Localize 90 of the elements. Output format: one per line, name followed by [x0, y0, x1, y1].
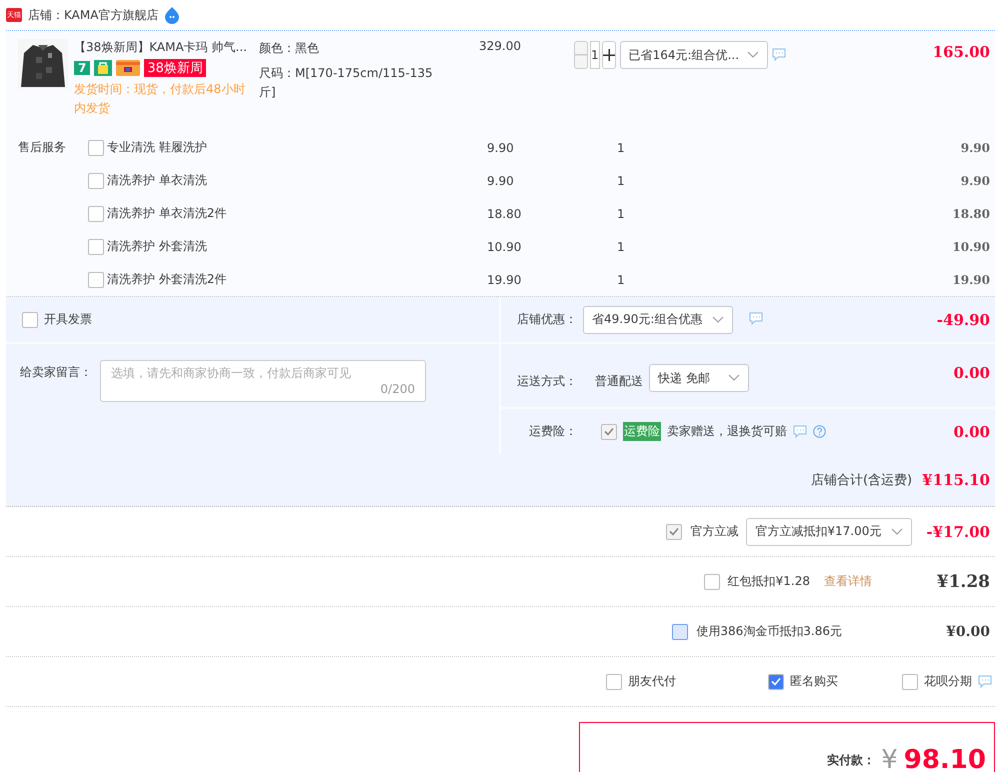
character-counter: 0/200 [380, 382, 415, 396]
chat-icon[interactable] [978, 675, 992, 688]
plus-icon [602, 49, 615, 61]
quantity-field[interactable]: 1 [590, 41, 600, 69]
promo-tag: 38焕新周 [144, 59, 206, 77]
invoice-label: 开具发票 [44, 311, 92, 328]
unit-price: 329.00 [478, 39, 522, 53]
product-title[interactable]: 【38焕新周】KAMA卡玛 帅气... [74, 39, 249, 56]
service-name: 清洗养护 单衣清洗 [107, 172, 208, 189]
service-total: 9.90 [960, 140, 990, 154]
service-name: 清洗养护 外套清洗 [107, 238, 208, 255]
coupon-label: 红包抵扣¥1.28 [728, 573, 810, 590]
insurance-text: 卖家赠送，退换货可赔 [667, 423, 787, 440]
store-total-label: 店铺合计(含运费) [810, 472, 912, 489]
coins-amount: ¥0.00 [945, 624, 990, 640]
checkbox[interactable] [606, 674, 622, 690]
minus-icon [575, 54, 587, 56]
message-label: 给卖家留言： [20, 364, 93, 381]
product-attribute: 尺码：M[170-175cm/115-135斤] [259, 65, 434, 101]
service-label: 售后服务 [18, 139, 67, 156]
shop-discount-label: 店铺优惠： [517, 311, 577, 328]
shop-discount-amount: -49.90 [936, 310, 990, 328]
service-name: 专业清洗 鞋履洗护 [107, 139, 208, 156]
caret-icon [747, 51, 760, 59]
checkbox[interactable] [88, 272, 104, 288]
coins-label: 使用386淘金币抵扣3.86元 [696, 623, 842, 640]
check-icon [669, 527, 680, 536]
product-attribute: 颜色：黑色 [259, 40, 320, 57]
insurance-amount: 0.00 [953, 422, 990, 440]
insurance-tag: 运费险 [623, 422, 661, 441]
service-quantity: 1 [617, 240, 625, 254]
service-quantity: 1 [617, 174, 625, 188]
service-price: 18.80 [487, 206, 522, 220]
card-icon [116, 60, 140, 76]
checkbox[interactable] [88, 140, 104, 156]
shipping-amount: 0.00 [953, 364, 990, 382]
shipping-select[interactable]: 快递 免邮 [649, 364, 749, 392]
shipping-method: 普通配送 [595, 373, 643, 390]
store-total-amount: ¥115.10 [922, 471, 990, 489]
caret-icon [728, 374, 740, 382]
seven-day-badge: 7 [74, 61, 90, 75]
service-quantity: 1 [617, 206, 625, 220]
checkbox[interactable] [902, 674, 918, 690]
service-price: 19.90 [487, 272, 522, 286]
discount-select[interactable]: 已省164元:组合优... [620, 41, 768, 69]
checkbox[interactable] [22, 312, 38, 328]
checkbox-option[interactable]: 花呗分期 [902, 673, 992, 690]
store-name[interactable]: 店铺：KAMA官方旗舰店 [28, 6, 158, 24]
shipping-label: 运送方式： [517, 373, 577, 390]
shop-discount-select[interactable]: 省49.90元:组合优惠 [583, 306, 733, 334]
service-total: 10.90 [952, 240, 990, 254]
delivery-time: 发货时间：现货，付款后48小时内发货 [74, 81, 246, 117]
chat-icon[interactable] [772, 48, 786, 61]
chat-bubble-icon[interactable] [164, 6, 180, 24]
service-total: 18.80 [952, 206, 990, 220]
checkbox[interactable] [88, 238, 104, 254]
coupon-amount: ¥1.28 [936, 572, 990, 592]
checkbox[interactable] [768, 674, 784, 690]
insurance-label: 运费险： [528, 423, 577, 440]
checkbox-option[interactable]: 匿名购买 [768, 673, 870, 690]
check-icon [771, 677, 781, 686]
service-quantity: 1 [617, 140, 625, 154]
service-total: 9.90 [960, 174, 990, 188]
service-total: 19.90 [952, 272, 990, 286]
service-price: 9.90 [487, 140, 515, 154]
message-placeholder: 选填，请先和商家协商一致，付款后商家可见 [111, 365, 352, 382]
chat-icon[interactable] [793, 425, 807, 438]
checkbox[interactable] [672, 624, 688, 640]
payment-label: 实付款： [827, 752, 876, 769]
check-icon [604, 427, 614, 436]
official-discount-amount: -¥17.00 [926, 522, 990, 540]
increase-button[interactable] [602, 41, 616, 69]
checkbox-option[interactable]: 朋友代付 [606, 673, 736, 690]
caret-icon [712, 316, 724, 324]
checkbox[interactable] [88, 172, 104, 188]
chat-icon[interactable] [749, 312, 763, 324]
payment-amount: 98.10 [904, 745, 986, 772]
help-icon[interactable] [813, 425, 826, 438]
checkbox[interactable] [88, 206, 104, 222]
service-quantity: 1 [617, 272, 625, 286]
service-name: 清洗养护 单衣清洗2件 [107, 205, 228, 222]
item-total: 165.00 [932, 43, 990, 61]
official-discount-label: 官方立减 [690, 523, 738, 540]
service-price: 9.90 [487, 174, 515, 188]
currency-symbol: ¥ [881, 745, 898, 772]
caret-icon [891, 528, 904, 536]
bag-icon [94, 60, 112, 76]
service-name: 清洗养护 外套清洗2件 [107, 271, 228, 288]
service-price: 10.90 [487, 240, 522, 254]
checkbox[interactable] [704, 574, 720, 590]
